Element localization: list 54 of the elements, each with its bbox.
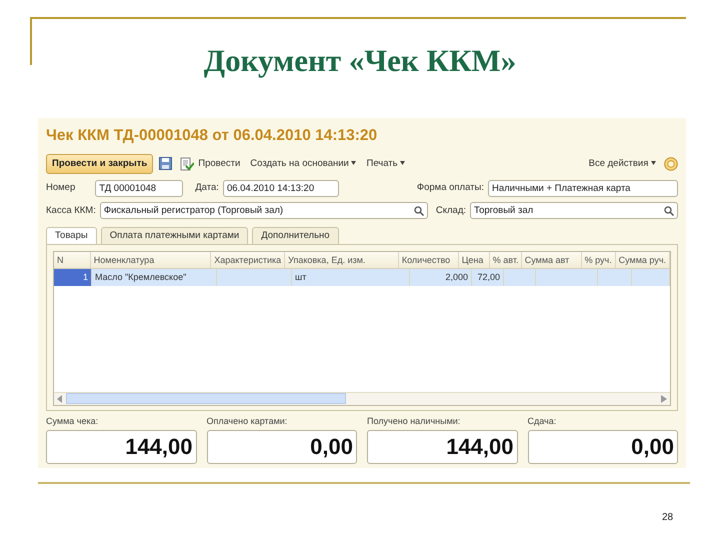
caret-icon [400, 161, 406, 166]
horizontal-scrollbar[interactable] [54, 392, 670, 404]
total-field: 144,00 [46, 430, 196, 464]
caret-icon [351, 161, 356, 166]
search-icon[interactable] [664, 206, 674, 216]
field-label: Форма оплаты: [416, 181, 484, 196]
table-cell: шт [292, 269, 410, 286]
column-header[interactable]: Сумма авт [522, 252, 582, 268]
table-cell: 72,00 [472, 269, 504, 286]
total-field: 0,00 [206, 430, 357, 464]
total-label: Сумма чека: [46, 414, 100, 428]
field-label: Дата: [195, 181, 219, 196]
field-label: Склад: [436, 204, 466, 218]
total-field: 0,00 [528, 430, 678, 464]
scroll-left-icon[interactable] [57, 394, 63, 402]
column-header[interactable]: Цена [458, 252, 490, 268]
document-title: Чек ККМ ТД-00001048 от 06.04.2010 14:13:20 [46, 126, 378, 146]
field-label: Касса ККМ: [46, 204, 96, 218]
table-cell: Масло "Кремлевское" [92, 269, 217, 286]
total-label: Получено наличными: [367, 414, 462, 428]
table-cell: 1 [54, 269, 92, 286]
tab[interactable]: Дополнительно [252, 226, 339, 244]
menu-button[interactable]: Создать на основании [248, 156, 358, 171]
menu-button[interactable]: Все действия [586, 156, 658, 171]
column-header[interactable]: % авт. [490, 252, 522, 268]
tab[interactable]: Оплата платежными картами [100, 226, 248, 244]
field-label: Номер [46, 181, 76, 196]
document-check-icon[interactable] [180, 156, 194, 171]
scroll-right-icon[interactable] [661, 394, 667, 402]
column-header[interactable]: N [54, 252, 91, 268]
input-field[interactable]: Наличными + Платежная карта [488, 180, 678, 198]
page-number: 28 [662, 511, 674, 525]
menu-button[interactable]: Печать [364, 156, 408, 171]
total-field: 144,00 [367, 430, 518, 464]
column-header[interactable]: Характеристика [211, 252, 286, 268]
table-row[interactable]: 1 Масло "Кремлевское" шт 2,000 72,00 [54, 269, 670, 286]
tab[interactable]: Товары [46, 226, 97, 244]
column-header[interactable]: Номенклатура [90, 252, 212, 268]
column-header[interactable]: Упаковка, Ед. изм. [285, 252, 399, 268]
column-header[interactable]: Сумма руч. [616, 252, 670, 268]
total-label: Сдача: [528, 414, 558, 428]
input-field[interactable]: 06.04.2010 14:13:20 [222, 180, 339, 198]
post-and-close-button[interactable]: Провести и закрыть [46, 154, 154, 174]
slide-title: Документ «Чек ККМ» [204, 43, 516, 78]
input-field[interactable]: ТД 00001048 [95, 180, 184, 198]
input-field[interactable]: Торговый зал [470, 202, 678, 220]
total-label: Оплачено картами: [206, 414, 288, 428]
input-field[interactable]: Фискальный регистратор (Торговый зал) [100, 202, 428, 220]
caret-icon [651, 161, 656, 166]
search-icon[interactable] [414, 206, 424, 216]
table-cell: 2,000 [410, 269, 472, 286]
column-header[interactable]: Количество [398, 252, 459, 268]
toolbar-button[interactable]: Провести [178, 156, 242, 171]
column-header[interactable]: % руч. [582, 252, 616, 268]
